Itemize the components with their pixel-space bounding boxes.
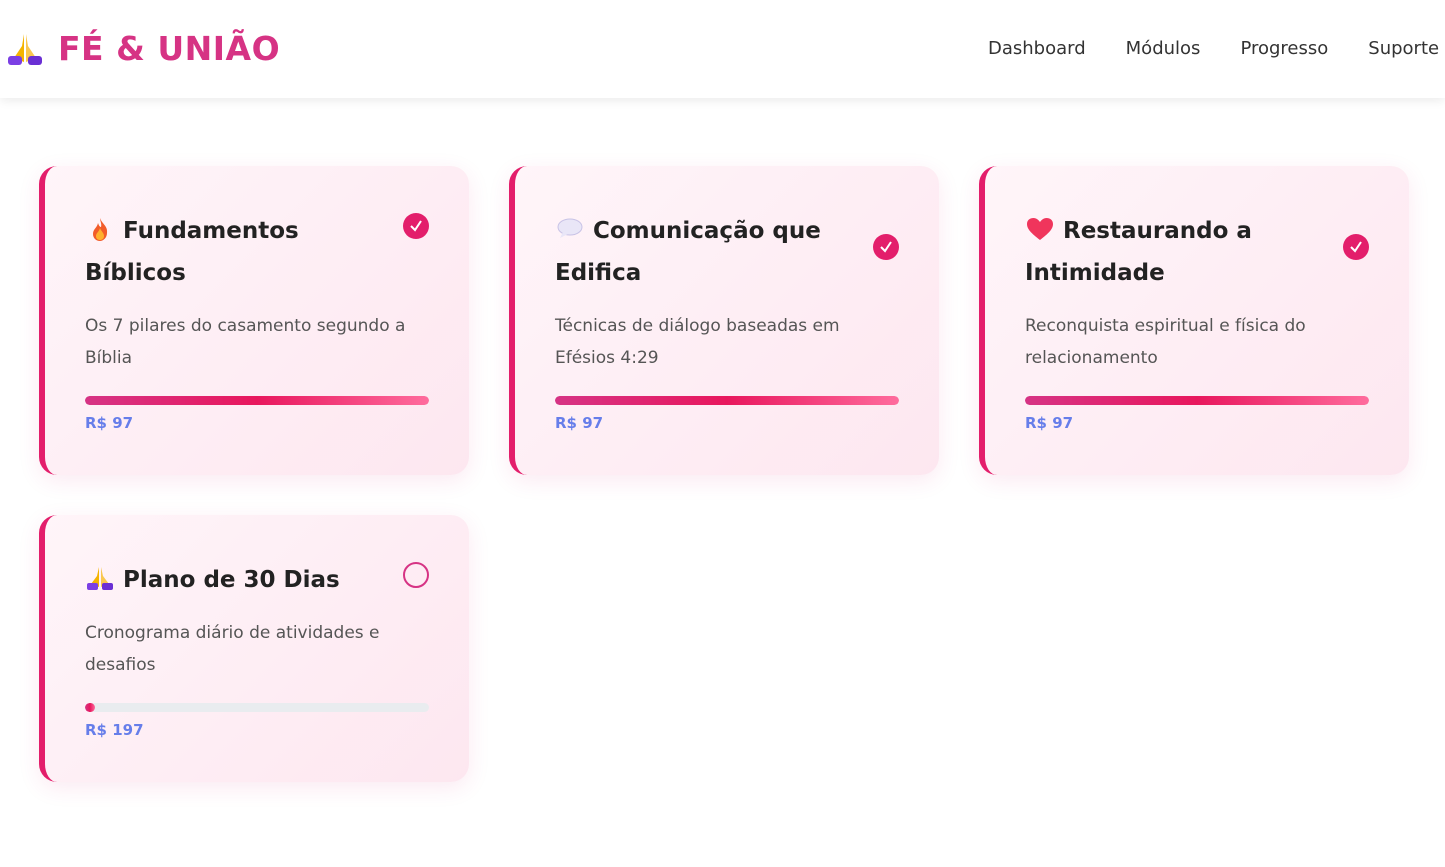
nav-modulos[interactable]: Módulos	[1126, 38, 1201, 59]
incomplete-circle-icon[interactable]	[403, 562, 429, 588]
praying-hands-icon	[87, 567, 113, 590]
module-title: Fundamentos Bíblicos	[85, 218, 299, 286]
module-progress-fill	[85, 703, 96, 712]
module-card-plano-30-dias[interactable]: Plano de 30 Dias Cronograma diário de at…	[39, 515, 469, 782]
module-progress-fill	[1025, 396, 1369, 405]
module-progress-bar	[1025, 396, 1369, 405]
nav-suporte[interactable]: Suporte	[1368, 38, 1439, 59]
module-progress-bar	[85, 396, 429, 405]
module-description: Os 7 pilares do casamento segundo a Bíbl…	[85, 316, 406, 368]
heart-icon	[1027, 218, 1053, 240]
module-price: R$ 97	[1025, 414, 1074, 432]
module-title: Restaurando a Intimidade	[1025, 218, 1252, 286]
module-price: R$ 97	[85, 414, 134, 432]
module-description: Reconquista espiritual e física do relac…	[1025, 316, 1306, 368]
module-title: Comunicação que Edifica	[555, 218, 821, 286]
praying-hands-icon	[8, 34, 42, 65]
module-description: Técnicas de diálogo baseadas em Efésios …	[555, 316, 840, 368]
completed-check-icon[interactable]	[403, 213, 429, 239]
top-header: FÉ & UNIÃO Dashboard Módulos Progresso S…	[0, 0, 1445, 98]
module-progress-fill	[555, 396, 899, 405]
nav-progresso[interactable]: Progresso	[1240, 38, 1328, 59]
fire-icon	[93, 218, 108, 241]
module-price: R$ 197	[85, 721, 144, 739]
brand-name: FÉ & UNIÃO	[58, 28, 281, 68]
module-progress-bar	[85, 703, 429, 712]
module-title: Plano de 30 Dias	[123, 567, 340, 593]
nav-dashboard[interactable]: Dashboard	[988, 38, 1086, 59]
module-progress-bar	[555, 396, 899, 405]
main-nav: Dashboard Módulos Progresso Suporte	[988, 38, 1445, 59]
module-card-fundamentos[interactable]: Fundamentos Bíblicos Os 7 pilares do cas…	[39, 166, 469, 475]
speech-bubble-icon	[557, 218, 583, 238]
completed-check-icon[interactable]	[873, 234, 899, 260]
completed-check-icon[interactable]	[1343, 234, 1369, 260]
module-card-comunicacao[interactable]: Comunicação que Edifica Técnicas de diál…	[509, 166, 939, 475]
module-description: Cronograma diário de atividades e desafi…	[85, 623, 380, 675]
brand-logo[interactable]: FÉ & UNIÃO	[5, 28, 280, 68]
module-progress-fill	[85, 396, 429, 405]
module-price: R$ 97	[555, 414, 604, 432]
module-card-intimidade[interactable]: Restaurando a Intimidade Reconquista esp…	[979, 166, 1409, 475]
